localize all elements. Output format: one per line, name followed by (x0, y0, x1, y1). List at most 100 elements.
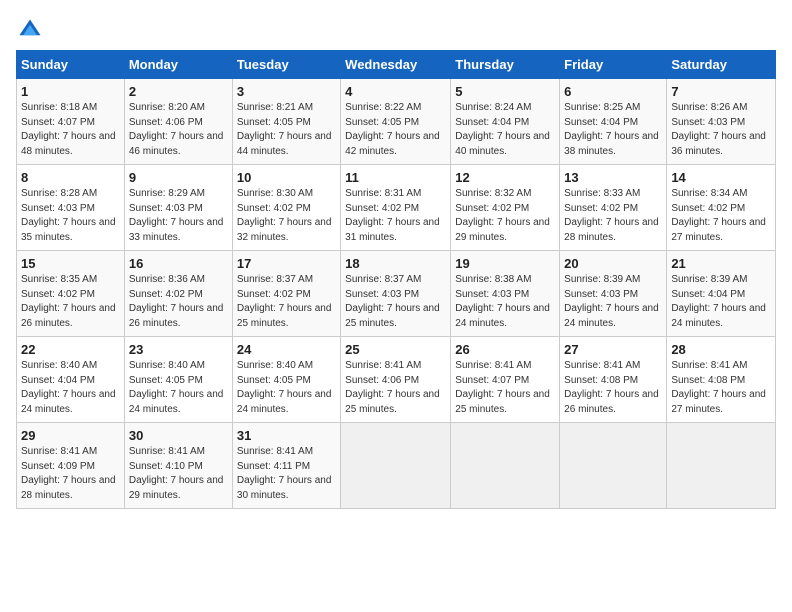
day-cell: 17Sunrise: 8:37 AMSunset: 4:02 PMDayligh… (232, 251, 340, 337)
day-cell: 22 Sunrise: 8:40 AMSunset: 4:04 PMDayligh… (17, 337, 125, 423)
week-row-4: 22 Sunrise: 8:40 AMSunset: 4:04 PMDayligh… (17, 337, 776, 423)
day-cell: 4Sunrise: 8:22 AMSunset: 4:05 PMDaylight… (341, 79, 451, 165)
day-info: Sunrise: 8:41 AMSunset: 4:10 PMDaylight:… (129, 446, 224, 501)
day-number: 22 (21, 342, 120, 357)
day-info: Sunrise: 8:32 AMSunset: 4:02 PMDaylight:… (455, 188, 550, 243)
day-number: 9 (129, 170, 228, 185)
day-info: Sunrise: 8:37 AMSunset: 4:03 PMDaylight:… (345, 274, 440, 329)
day-cell: 12 Sunrise: 8:32 AMSunset: 4:02 PMDayligh… (451, 165, 560, 251)
logo-icon (16, 16, 44, 44)
header-wednesday: Wednesday (341, 51, 451, 79)
day-info: Sunrise: 8:29 AMSunset: 4:03 PMDaylight:… (129, 188, 224, 243)
day-info: Sunrise: 8:34 AMSunset: 4:02 PMDaylight:… (671, 188, 766, 243)
day-number: 8 (21, 170, 120, 185)
day-info: Sunrise: 8:26 AMSunset: 4:03 PMDaylight:… (671, 102, 766, 157)
day-cell: 13 Sunrise: 8:33 AMSunset: 4:02 PMDayligh… (560, 165, 667, 251)
day-number: 4 (345, 84, 446, 99)
day-number: 5 (455, 84, 555, 99)
day-number: 28 (671, 342, 771, 357)
day-number: 25 (345, 342, 446, 357)
day-cell (451, 423, 560, 509)
day-cell: 19Sunrise: 8:38 AMSunset: 4:03 PMDayligh… (451, 251, 560, 337)
day-cell: 28 Sunrise: 8:41 AMSunset: 4:08 PMDayligh… (667, 337, 776, 423)
week-row-2: 8Sunrise: 8:28 AMSunset: 4:03 PMDaylight… (17, 165, 776, 251)
day-number: 1 (21, 84, 120, 99)
day-number: 31 (237, 428, 336, 443)
day-number: 23 (129, 342, 228, 357)
day-number: 30 (129, 428, 228, 443)
day-number: 14 (671, 170, 771, 185)
day-cell: 11 Sunrise: 8:31 AMSunset: 4:02 PMDayligh… (341, 165, 451, 251)
day-cell: 31 Sunrise: 8:41 AMSunset: 4:11 PMDayligh… (232, 423, 340, 509)
day-number: 10 (237, 170, 336, 185)
day-cell: 24 Sunrise: 8:40 AMSunset: 4:05 PMDayligh… (232, 337, 340, 423)
day-cell: 1 Sunrise: 8:18 AMSunset: 4:07 PMDaylight… (17, 79, 125, 165)
day-number: 7 (671, 84, 771, 99)
day-cell: 8Sunrise: 8:28 AMSunset: 4:03 PMDaylight… (17, 165, 125, 251)
day-info: Sunrise: 8:36 AMSunset: 4:02 PMDaylight:… (129, 274, 224, 329)
day-number: 18 (345, 256, 446, 271)
day-info: Sunrise: 8:41 AMSunset: 4:09 PMDaylight:… (21, 446, 116, 501)
day-info: Sunrise: 8:41 AMSunset: 4:11 PMDaylight:… (237, 446, 332, 501)
day-cell: 9 Sunrise: 8:29 AMSunset: 4:03 PMDaylight… (124, 165, 232, 251)
week-row-3: 15Sunrise: 8:35 AMSunset: 4:02 PMDayligh… (17, 251, 776, 337)
day-info: Sunrise: 8:39 AMSunset: 4:04 PMDaylight:… (671, 274, 766, 329)
day-number: 24 (237, 342, 336, 357)
page-header (16, 16, 776, 44)
day-cell: 6 Sunrise: 8:25 AMSunset: 4:04 PMDaylight… (560, 79, 667, 165)
day-number: 27 (564, 342, 662, 357)
calendar-body: 1 Sunrise: 8:18 AMSunset: 4:07 PMDaylight… (17, 79, 776, 509)
header-sunday: Sunday (17, 51, 125, 79)
day-cell: 23 Sunrise: 8:40 AMSunset: 4:05 PMDayligh… (124, 337, 232, 423)
day-info: Sunrise: 8:31 AMSunset: 4:02 PMDaylight:… (345, 188, 440, 243)
day-cell: 30 Sunrise: 8:41 AMSunset: 4:10 PMDayligh… (124, 423, 232, 509)
day-number: 2 (129, 84, 228, 99)
header-tuesday: Tuesday (232, 51, 340, 79)
header-monday: Monday (124, 51, 232, 79)
day-info: Sunrise: 8:41 AMSunset: 4:08 PMDaylight:… (671, 360, 766, 415)
day-number: 20 (564, 256, 662, 271)
day-cell: 10 Sunrise: 8:30 AMSunset: 4:02 PMDayligh… (232, 165, 340, 251)
day-number: 16 (129, 256, 228, 271)
day-number: 26 (455, 342, 555, 357)
day-cell: 27 Sunrise: 8:41 AMSunset: 4:08 PMDayligh… (560, 337, 667, 423)
header-thursday: Thursday (451, 51, 560, 79)
day-number: 13 (564, 170, 662, 185)
day-cell: 7 Sunrise: 8:26 AMSunset: 4:03 PMDaylight… (667, 79, 776, 165)
day-number: 6 (564, 84, 662, 99)
day-cell: 15Sunrise: 8:35 AMSunset: 4:02 PMDayligh… (17, 251, 125, 337)
week-row-5: 29 Sunrise: 8:41 AMSunset: 4:09 PMDayligh… (17, 423, 776, 509)
day-number: 17 (237, 256, 336, 271)
day-info: Sunrise: 8:33 AMSunset: 4:02 PMDaylight:… (564, 188, 659, 243)
day-cell: 20 Sunrise: 8:39 AMSunset: 4:03 PMDayligh… (560, 251, 667, 337)
day-info: Sunrise: 8:30 AMSunset: 4:02 PMDaylight:… (237, 188, 332, 243)
day-info: Sunrise: 8:39 AMSunset: 4:03 PMDaylight:… (564, 274, 659, 329)
day-info: Sunrise: 8:18 AMSunset: 4:07 PMDaylight:… (21, 102, 116, 157)
day-info: Sunrise: 8:40 AMSunset: 4:05 PMDaylight:… (237, 360, 332, 415)
calendar-header: SundayMondayTuesdayWednesdayThursdayFrid… (17, 51, 776, 79)
day-cell: 2 Sunrise: 8:20 AMSunset: 4:06 PMDaylight… (124, 79, 232, 165)
week-row-1: 1 Sunrise: 8:18 AMSunset: 4:07 PMDaylight… (17, 79, 776, 165)
day-cell (560, 423, 667, 509)
day-cell: 29 Sunrise: 8:41 AMSunset: 4:09 PMDayligh… (17, 423, 125, 509)
day-info: Sunrise: 8:25 AMSunset: 4:04 PMDaylight:… (564, 102, 659, 157)
day-info: Sunrise: 8:40 AMSunset: 4:05 PMDaylight:… (129, 360, 224, 415)
day-number: 21 (671, 256, 771, 271)
day-number: 11 (345, 170, 446, 185)
day-info: Sunrise: 8:40 AMSunset: 4:04 PMDaylight:… (21, 360, 116, 415)
day-number: 29 (21, 428, 120, 443)
day-info: Sunrise: 8:41 AMSunset: 4:07 PMDaylight:… (455, 360, 550, 415)
day-number: 12 (455, 170, 555, 185)
day-cell: 18 Sunrise: 8:37 AMSunset: 4:03 PMDayligh… (341, 251, 451, 337)
day-info: Sunrise: 8:41 AMSunset: 4:08 PMDaylight:… (564, 360, 659, 415)
day-info: Sunrise: 8:20 AMSunset: 4:06 PMDaylight:… (129, 102, 224, 157)
day-info: Sunrise: 8:21 AMSunset: 4:05 PMDaylight:… (237, 102, 332, 157)
day-cell: 21 Sunrise: 8:39 AMSunset: 4:04 PMDayligh… (667, 251, 776, 337)
day-number: 15 (21, 256, 120, 271)
calendar-table: SundayMondayTuesdayWednesdayThursdayFrid… (16, 50, 776, 509)
day-info: Sunrise: 8:41 AMSunset: 4:06 PMDaylight:… (345, 360, 440, 415)
header-friday: Friday (560, 51, 667, 79)
day-number: 19 (455, 256, 555, 271)
day-cell: 14 Sunrise: 8:34 AMSunset: 4:02 PMDayligh… (667, 165, 776, 251)
day-number: 3 (237, 84, 336, 99)
